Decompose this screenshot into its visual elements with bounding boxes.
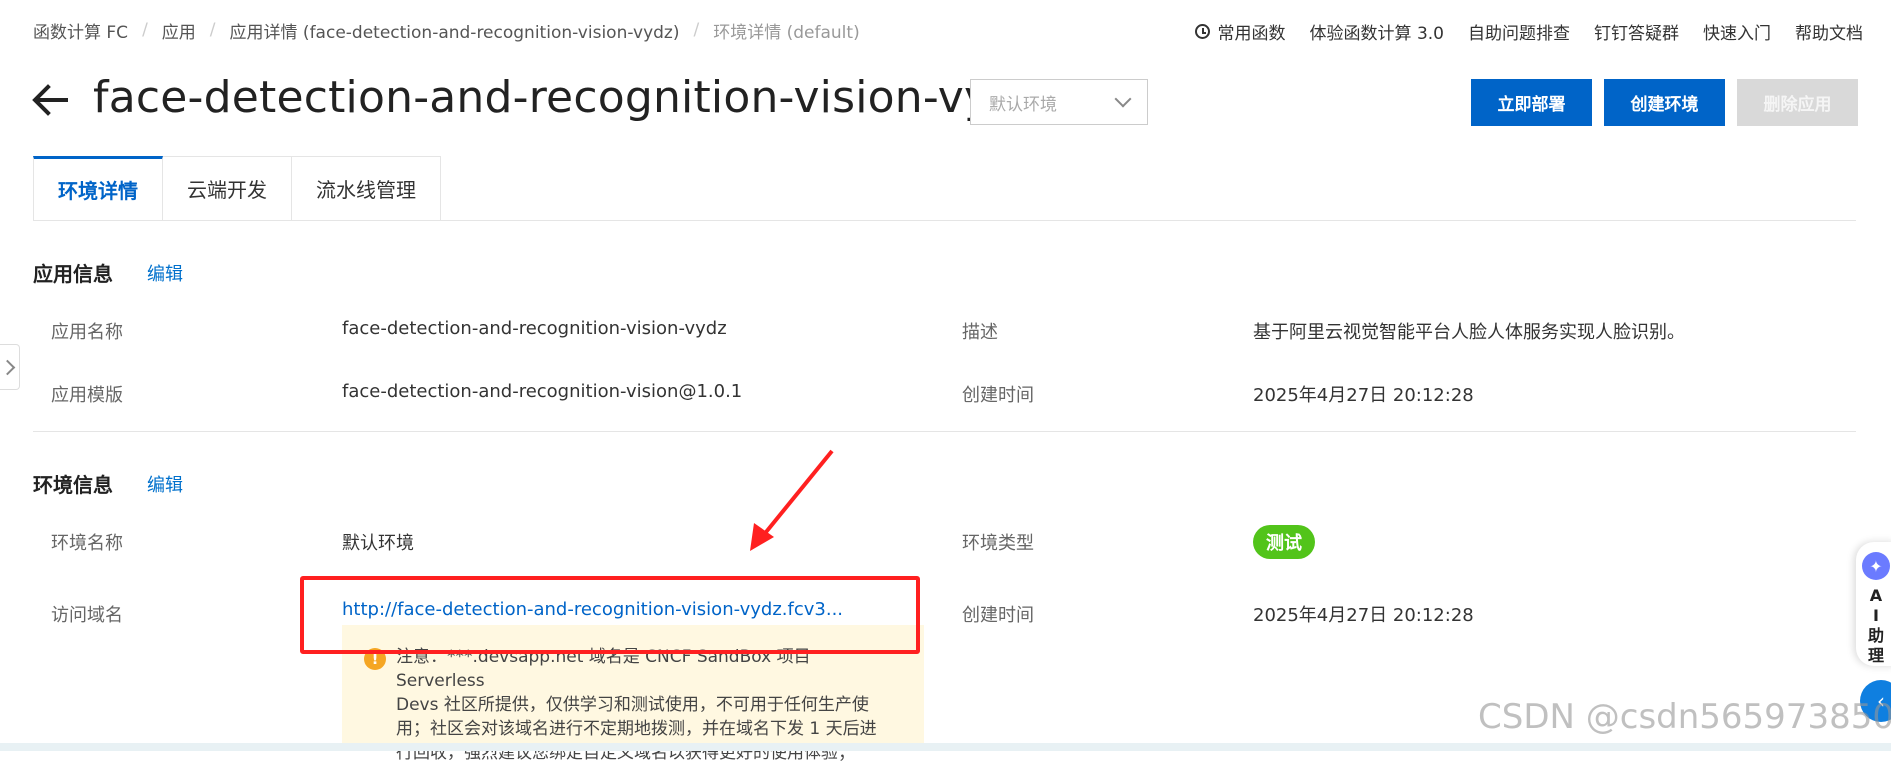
app-name-value: face-detection-and-recognition-vision-vy… (342, 318, 727, 339)
top-link-common-functions[interactable]: 常用函数 (1194, 19, 1286, 44)
description-value: 基于阿里云视觉智能平台人脸人体服务实现人脸识别。 (1253, 322, 1685, 343)
env-info-title: 环境信息 (33, 473, 113, 497)
back-arrow-icon[interactable] (30, 80, 70, 120)
top-link-label: 常用函数 (1217, 23, 1286, 44)
top-link-troubleshoot[interactable]: 自助问题排查 (1468, 19, 1570, 44)
deploy-button[interactable]: 立即部署 (1471, 79, 1592, 126)
breadcrumb-item-app-detail[interactable]: 应用详情 (face-detection-and-recognition-vis… (230, 18, 680, 43)
app-created-time-label: 创建时间 (962, 385, 1034, 406)
tab-environment-detail[interactable]: 环境详情 (33, 156, 163, 221)
tab-cloud-development[interactable]: 云端开发 (163, 156, 292, 221)
environment-select[interactable]: 默认环境 (970, 79, 1148, 125)
breadcrumb-separator: / (693, 20, 700, 40)
top-links: 常用函数 体验函数计算 3.0 自助问题排查 钉钉答疑群 快速入门 帮助文档 (1194, 16, 1863, 46)
watermark: CSDN @csdn565973850 (1478, 697, 1891, 737)
env-name-value: 默认环境 (342, 533, 414, 554)
app-template-label: 应用模版 (51, 385, 123, 406)
chevron-down-icon (1114, 90, 1132, 108)
notice-line: 用；社区会对该域名进行不定期地拨测，并在域名下发 1 天后进 (396, 719, 877, 739)
ai-assistant-panel[interactable]: ✦ AI助理 (1856, 542, 1891, 666)
access-domain-label: 访问域名 (51, 605, 123, 626)
breadcrumb-item-fc[interactable]: 函数计算 FC (33, 18, 128, 43)
env-type-badge: 测试 (1253, 525, 1315, 559)
env-type-label: 环境类型 (962, 533, 1034, 554)
env-name-label: 环境名称 (51, 533, 123, 554)
sidebar-expand-toggle[interactable] (0, 344, 20, 390)
tab-pipeline-management[interactable]: 流水线管理 (292, 156, 441, 221)
breadcrumb-separator: / (142, 20, 148, 40)
annotation-arrow-icon (750, 449, 834, 551)
delete-application-button[interactable]: 删除应用 (1737, 79, 1858, 126)
clock-icon (1194, 23, 1210, 39)
bottom-strip (0, 743, 1891, 751)
breadcrumb-item-env-detail: 环境详情 (default) (713, 22, 860, 43)
env-info-edit-link[interactable]: 编辑 (147, 471, 183, 497)
app-info-title: 应用信息 (33, 262, 113, 286)
breadcrumb: 函数计算 FC / 应用 / 应用详情 (face-detection-and-… (33, 16, 860, 44)
chevron-right-icon (0, 359, 16, 375)
environment-select-value: 默认环境 (989, 94, 1057, 115)
top-link-help-docs[interactable]: 帮助文档 (1795, 19, 1863, 44)
create-environment-button[interactable]: 创建环境 (1604, 79, 1725, 126)
page-title: face-detection-and-recognition-vision-vy… (93, 72, 1042, 123)
tab-bar-divider (33, 220, 1856, 221)
breadcrumb-separator: / (209, 20, 216, 40)
section-divider (33, 431, 1856, 432)
tab-bar: 环境详情 云端开发 流水线管理 (33, 156, 441, 221)
ai-assistant-label: AI助理 (1867, 586, 1884, 665)
env-created-time-label: 创建时间 (962, 605, 1034, 626)
top-link-try-fc3[interactable]: 体验函数计算 3.0 (1310, 19, 1444, 44)
app-created-time-value: 2025年4月27日 20:12:28 (1253, 385, 1474, 406)
app-name-label: 应用名称 (51, 322, 123, 343)
app-template-value: face-detection-and-recognition-vision@1.… (342, 381, 743, 402)
app-info-edit-link[interactable]: 编辑 (147, 260, 183, 286)
ai-sparkle-icon: ✦ (1862, 552, 1890, 580)
top-link-dingtalk-group[interactable]: 钉钉答疑群 (1594, 19, 1679, 44)
env-created-time-value: 2025年4月27日 20:12:28 (1253, 605, 1474, 626)
description-label: 描述 (962, 322, 998, 343)
notice-line: Devs 社区所提供，仅供学习和测试使用，不可用于任何生产使 (396, 695, 869, 715)
breadcrumb-item-apps[interactable]: 应用 (162, 18, 196, 43)
top-link-quick-start[interactable]: 快速入门 (1703, 19, 1771, 44)
annotation-highlight-box (300, 576, 920, 654)
